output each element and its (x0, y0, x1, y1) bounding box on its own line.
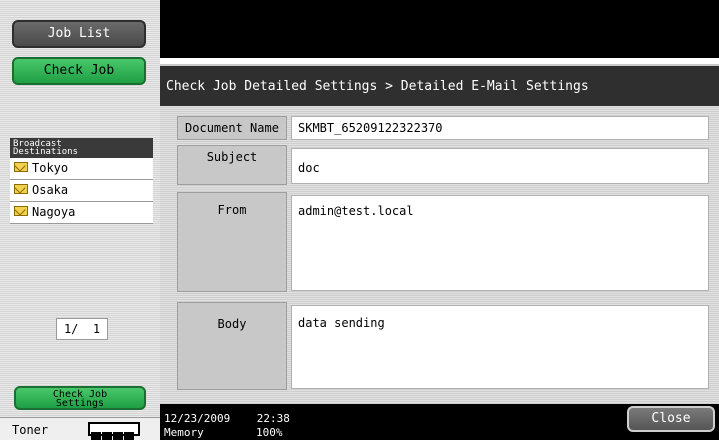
from-label: From (177, 192, 287, 292)
mail-icon (14, 184, 28, 194)
destinations-header: Broadcast Destinations (10, 138, 153, 158)
datetime: 12/23/2009 22:38 (164, 412, 290, 425)
memory-label: Memory (164, 426, 204, 439)
document-name-label: Document Name (177, 116, 287, 140)
mail-icon (14, 162, 28, 172)
from-value: admin@test.local (291, 195, 709, 291)
toner-label: Toner (12, 423, 49, 437)
memory-value: 100% (256, 426, 283, 439)
mail-icon (14, 206, 28, 216)
breadcrumb: Check Job Detailed Settings > Detailed E… (160, 64, 719, 106)
destination-item[interactable]: Tokyo (10, 158, 153, 180)
body-value: data sending (291, 305, 709, 389)
broadcast-destinations-list: Broadcast Destinations Tokyo Osaka Nagoy… (10, 138, 153, 224)
check-job-button[interactable]: Check Job (12, 57, 146, 85)
subject-value: doc (291, 148, 709, 184)
job-list-button[interactable]: Job List (12, 20, 146, 48)
close-button[interactable]: Close (627, 406, 715, 432)
check-job-settings-button[interactable]: Check Job Settings (14, 386, 146, 410)
toner-gauge (88, 422, 140, 440)
top-bar (160, 0, 719, 58)
page-indicator: 1/ 1 (56, 318, 108, 340)
document-name-value: SKMBT_65209122322370 (291, 116, 709, 140)
body-label: Body (177, 302, 287, 390)
destination-item[interactable]: Osaka (10, 180, 153, 202)
subject-label: Subject (177, 145, 287, 185)
destination-item[interactable]: Nagoya (10, 202, 153, 224)
toner-status: Toner (0, 417, 160, 440)
